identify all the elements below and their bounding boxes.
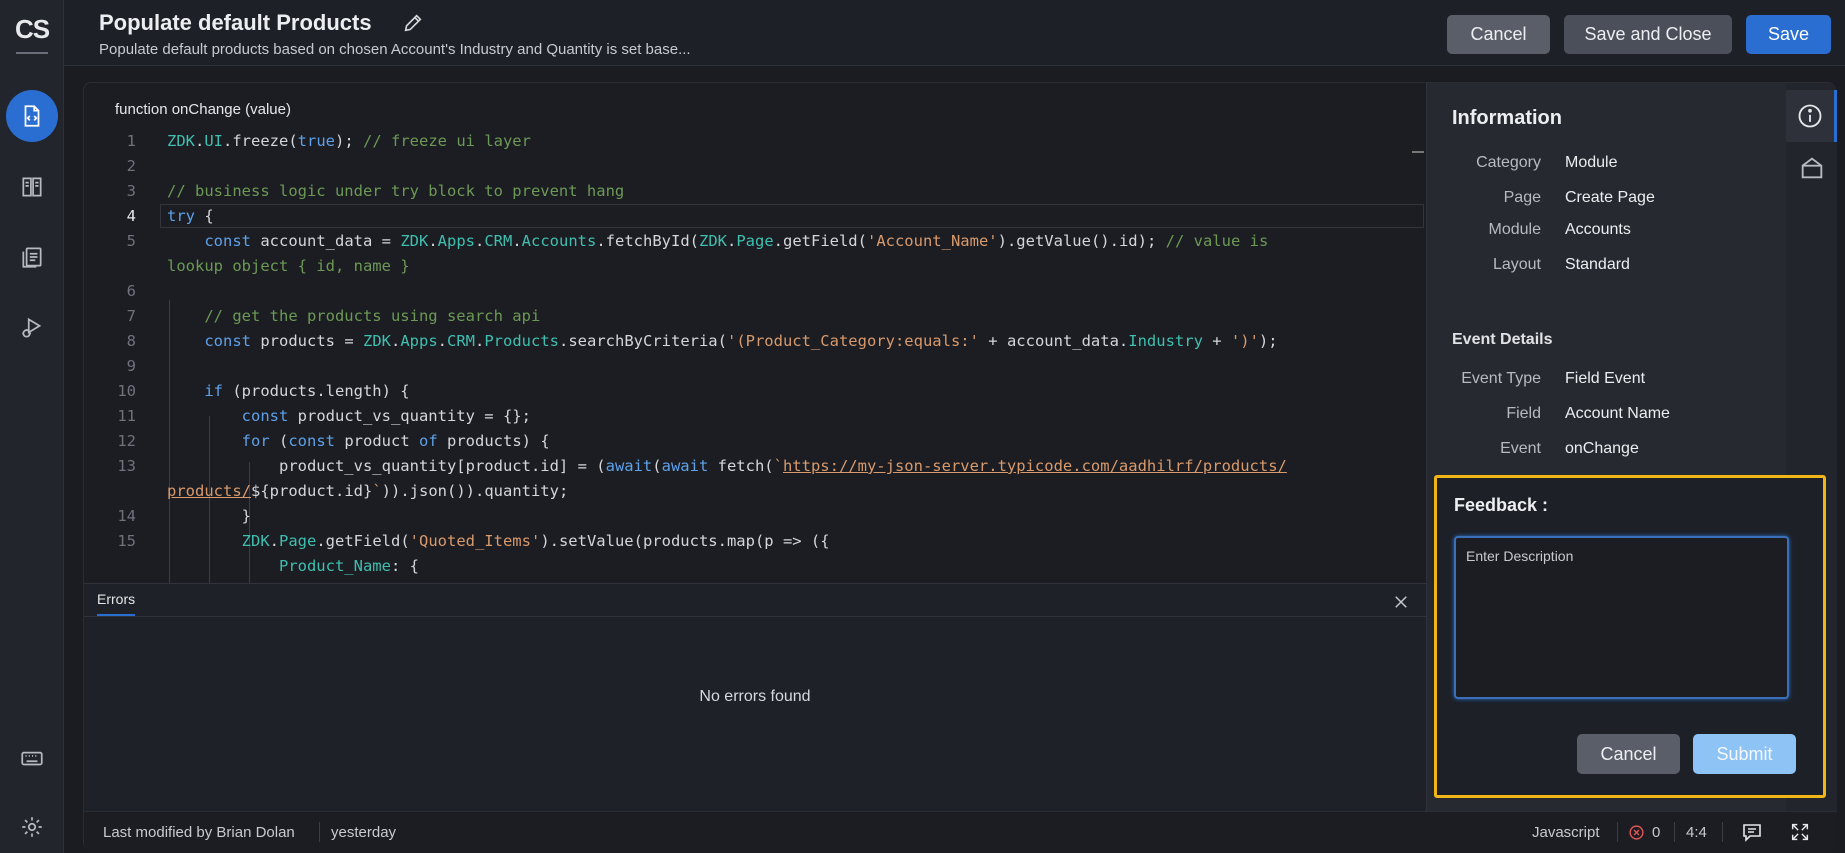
event-key: Field — [1506, 405, 1541, 422]
event-details-title: Event Details — [1452, 331, 1553, 348]
code-line: 5 const account_data = ZDK.Apps.CRM.Acco… — [126, 232, 1269, 250]
rail-docs-button[interactable] — [6, 161, 58, 213]
last-modified-time: yesterday — [331, 824, 397, 841]
event-value: onChange — [1565, 440, 1639, 457]
information-title: Information — [1452, 107, 1562, 129]
error-circle-icon — [1629, 825, 1644, 840]
divider — [1674, 822, 1675, 842]
function-signature: function onChange (value) — [115, 101, 291, 118]
gear-icon — [22, 817, 42, 837]
last-modified-text: Last modified by Brian Dolan — [103, 824, 295, 841]
code-line: 14 } — [117, 507, 251, 525]
book-icon — [22, 177, 42, 197]
event-key: Event Type — [1461, 370, 1541, 387]
logo-divider — [16, 52, 48, 54]
code-line: 2 — [126, 157, 136, 175]
code-line: 10 if (products.length) { — [117, 382, 410, 400]
error-count[interactable]: 0 — [1652, 824, 1660, 841]
code-line: 9 — [126, 357, 136, 375]
divider — [1617, 822, 1618, 842]
info-key: Page — [1503, 189, 1541, 206]
code-editor[interactable]: function onChange (value) 1 ZDK.UI.freeze… — [84, 83, 1426, 589]
documents-icon — [22, 247, 42, 268]
feedback-submit-button[interactable]: Submit — [1693, 734, 1796, 774]
save-button[interactable]: Save — [1746, 15, 1831, 54]
empty-state-message: No errors found — [699, 688, 811, 705]
package-icon — [1801, 157, 1822, 179]
code-line: 12 for (const product of products) { — [117, 432, 550, 450]
code-line: Product_Name: { — [278, 557, 419, 575]
feedback-icon[interactable] — [1740, 820, 1764, 844]
info-value: Create Page — [1565, 189, 1655, 206]
info-key: Layout — [1492, 256, 1541, 273]
feedback-title: Feedback : — [1454, 495, 1549, 515]
divider — [84, 616, 1426, 617]
info-value: Accounts — [1565, 221, 1631, 238]
cursor-position: 4:4 — [1686, 824, 1707, 841]
keyboard-icon — [21, 751, 43, 766]
page-title: Populate default Products — [99, 10, 372, 35]
code-line: 8 const products = ZDK.Apps.CRM.Products… — [126, 332, 1278, 350]
cancel-button[interactable]: Cancel — [1447, 15, 1550, 54]
errors-panel: Errors No errors found — [84, 583, 1426, 811]
info-icon — [1798, 104, 1822, 128]
pencil-icon[interactable] — [402, 12, 424, 34]
left-rail: CS — [0, 0, 64, 853]
event-value: Account Name — [1565, 405, 1670, 422]
event-value: Field Event — [1565, 370, 1646, 387]
code-line: 1 ZDK.UI.freeze(true); // freeze ui layer — [126, 132, 531, 150]
debug-run-icon — [22, 317, 42, 338]
page-subtitle: Populate default products based on chose… — [99, 41, 691, 58]
tab-errors[interactable]: Errors — [97, 591, 135, 607]
code-line: 7 // get the products using search api — [126, 307, 541, 325]
rail-files-button[interactable] — [6, 231, 58, 283]
event-key: Event — [1500, 440, 1541, 457]
rail-settings-button[interactable] — [6, 801, 58, 853]
code-line: products/${product.id}`)).json()).quanti… — [167, 482, 569, 500]
code-file-icon — [24, 105, 40, 127]
code-line: 6 — [126, 282, 136, 300]
code-line: 15 ZDK.Page.getField('Quoted_Items').set… — [117, 532, 830, 550]
code-line: 11 const product_vs_quantity = {}; — [117, 407, 531, 425]
rail-code-button[interactable] — [6, 90, 58, 142]
tab-package[interactable] — [1786, 142, 1837, 194]
feedback-cancel-button[interactable]: Cancel — [1577, 734, 1680, 774]
status-bar: Last modified by Brian Dolan yesterday J… — [84, 811, 1837, 851]
divider — [1722, 822, 1723, 842]
info-value: Module — [1565, 154, 1618, 171]
app-logo: CS — [14, 14, 50, 44]
rail-keyboard-button[interactable] — [6, 732, 58, 784]
code-line-current: 4 try { — [84, 204, 1426, 228]
code-line: 3// business logic under try block to pr… — [126, 182, 625, 200]
save-and-close-button[interactable]: Save and Close — [1564, 15, 1732, 54]
info-key: Module — [1488, 221, 1541, 238]
feedback-description-input[interactable] — [1454, 536, 1789, 699]
info-key: Category — [1476, 154, 1541, 171]
close-icon[interactable] — [1392, 593, 1410, 611]
language-indicator[interactable]: Javascript — [1532, 824, 1600, 841]
header: Populate default Products Populate defau… — [64, 0, 1845, 66]
info-value: Standard — [1565, 256, 1630, 273]
divider — [319, 822, 320, 842]
feedback-popup: Feedback : Cancel Submit — [1434, 475, 1826, 798]
tab-information[interactable] — [1786, 90, 1837, 142]
rail-debug-button[interactable] — [6, 302, 58, 354]
code-line: 13 product_vs_quantity[product.id] = (aw… — [117, 457, 1287, 475]
expand-icon[interactable] — [1789, 821, 1811, 843]
code-line: lookup object { id, name } — [167, 257, 410, 275]
